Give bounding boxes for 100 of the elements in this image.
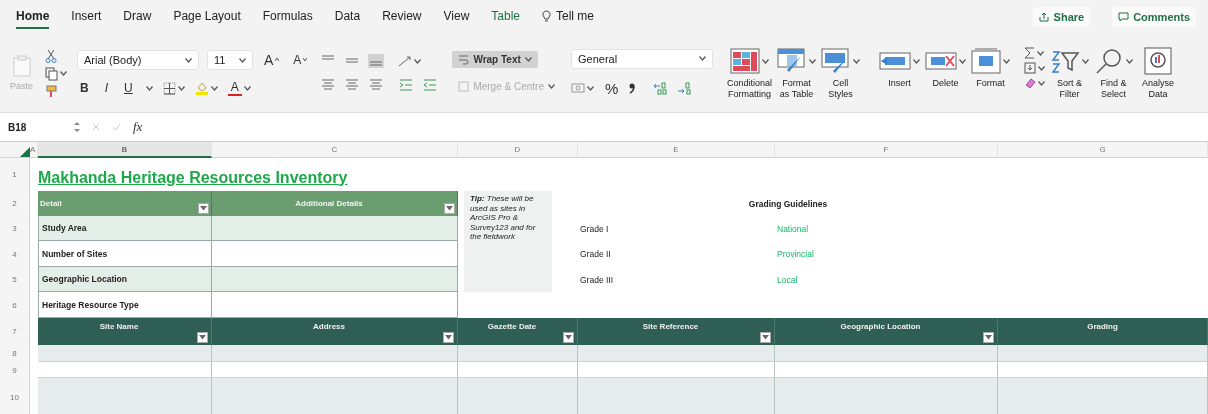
table-header-cell: Grading — [998, 318, 1208, 345]
format-button[interactable]: Format — [971, 47, 1010, 89]
column-header[interactable]: B — [38, 142, 212, 158]
caret-icon[interactable] — [586, 85, 594, 91]
fill-color-icon[interactable] — [194, 81, 209, 95]
column-header[interactable]: G — [998, 142, 1208, 158]
caret-icon[interactable] — [762, 58, 769, 64]
font-dropdown[interactable]: Arial (Body) — [77, 50, 199, 70]
conditional-button[interactable]: Conditional Formatting — [726, 47, 772, 99]
copy-icon[interactable] — [45, 66, 58, 81]
filter-button[interactable] — [443, 332, 454, 343]
caret-icon[interactable] — [145, 85, 153, 91]
ribbon-tab[interactable]: Formulas — [262, 5, 313, 29]
ribbon-tab[interactable]: Draw — [123, 5, 152, 29]
caret-icon[interactable] — [1126, 58, 1133, 64]
insert-button[interactable]: Insert — [879, 47, 920, 89]
caret-icon[interactable] — [853, 58, 860, 64]
row-header[interactable]: 6 — [0, 292, 30, 318]
find-button[interactable]: Find & Select — [1094, 47, 1133, 99]
caret-icon[interactable] — [1003, 58, 1010, 64]
filter-button[interactable] — [563, 332, 574, 343]
comments-button[interactable]: Comments — [1112, 7, 1196, 27]
font-size-dropdown[interactable]: 11 — [207, 50, 253, 70]
caret-icon[interactable] — [239, 57, 246, 63]
percent-button[interactable]: % — [601, 78, 622, 98]
share-button[interactable]: Share — [1032, 7, 1091, 27]
number-format-dropdown[interactable]: General — [570, 48, 713, 69]
tell-me-search[interactable]: Tell me — [542, 5, 594, 29]
ribbon-tab[interactable]: Home — [16, 5, 50, 29]
format-painter-icon[interactable] — [45, 84, 58, 98]
function-button[interactable]: fx — [133, 119, 143, 135]
italic-button[interactable]: I — [101, 80, 112, 96]
comma-icon[interactable] — [629, 82, 636, 94]
caret-icon[interactable] — [1038, 80, 1045, 86]
decrease-font-button[interactable]: A — [290, 52, 311, 68]
caret-icon[interactable] — [185, 57, 192, 63]
row-header[interactable]: 5 — [0, 267, 30, 292]
table-button[interactable]: Format as Table — [777, 47, 816, 99]
filter-button[interactable] — [198, 203, 209, 214]
comment-icon — [1118, 12, 1130, 22]
eraser-icon[interactable] — [1024, 77, 1036, 90]
caret-icon[interactable] — [210, 85, 218, 91]
borders-icon[interactable] — [162, 81, 176, 95]
caret-icon[interactable] — [524, 57, 532, 62]
font-color-button[interactable]: A — [227, 80, 242, 96]
caret-icon[interactable] — [243, 85, 251, 91]
caret-icon[interactable] — [1082, 58, 1089, 64]
caret-icon[interactable] — [177, 85, 185, 91]
styles-button[interactable]: Cell Styles — [821, 47, 860, 99]
caret-icon[interactable] — [809, 58, 816, 64]
bold-button[interactable]: B — [77, 80, 92, 96]
stepper-icon[interactable] — [74, 121, 80, 133]
filter-button[interactable] — [983, 332, 994, 343]
insert-cells-icon — [879, 50, 911, 73]
row-header[interactable]: 7 — [0, 318, 30, 345]
ribbon-tab[interactable]: Data — [334, 5, 361, 29]
grading-heading: Grading Guidelines — [747, 198, 829, 209]
sort-button[interactable]: Sort & Filter — [1050, 47, 1089, 99]
ribbon-tab[interactable]: Review — [382, 5, 422, 29]
sum-icon[interactable] — [1024, 47, 1035, 60]
orientation-icon[interactable] — [398, 55, 413, 67]
caret-icon[interactable] — [1038, 65, 1045, 71]
filter-button[interactable] — [760, 332, 771, 343]
column-header[interactable]: D — [458, 142, 578, 158]
ribbon-tab[interactable]: Insert — [71, 5, 102, 29]
analyse-data-icon — [1143, 47, 1173, 76]
ribbon-tab[interactable]: Page Layout — [173, 5, 241, 29]
filter-button[interactable] — [444, 203, 455, 214]
column-header[interactable]: E — [578, 142, 775, 158]
column-header[interactable]: F — [775, 142, 998, 158]
name-box[interactable]: B18 — [4, 118, 62, 136]
filter-button[interactable] — [197, 332, 208, 343]
grade-label: Grade II — [579, 249, 612, 259]
row-header[interactable]: 2 — [0, 191, 30, 216]
caret-icon[interactable] — [60, 71, 67, 76]
row-header[interactable]: 8 — [0, 345, 30, 362]
caret-icon[interactable] — [913, 58, 920, 64]
fill-down-icon[interactable] — [1024, 62, 1036, 75]
caret-icon[interactable] — [959, 58, 966, 64]
format-cells-icon — [971, 48, 1001, 75]
ribbon-tab[interactable]: Table — [491, 5, 520, 29]
caret-icon[interactable] — [698, 56, 706, 61]
wrap-text-button[interactable]: Wrap Text — [452, 51, 538, 68]
row-header[interactable]: 9 — [0, 362, 30, 378]
scissors-icon[interactable] — [45, 48, 57, 63]
row-header[interactable]: 3 — [0, 216, 30, 241]
underline-button[interactable]: U — [121, 80, 136, 96]
row-header[interactable]: 1 — [0, 158, 30, 191]
row-header[interactable]: 4 — [0, 241, 30, 267]
caret-icon[interactable] — [414, 58, 422, 64]
grade-label: Grade III — [579, 274, 615, 285]
column-header[interactable]: C — [212, 142, 458, 158]
analyse-button[interactable]: Analyse Data — [1142, 47, 1175, 99]
row-header[interactable]: 10 — [0, 378, 30, 414]
increase-font-button[interactable]: A — [261, 51, 283, 69]
search-icon — [1094, 48, 1124, 75]
caret-icon[interactable] — [1037, 50, 1044, 56]
delete-button[interactable]: Delete — [925, 47, 966, 89]
ribbon-tab[interactable]: View — [443, 5, 470, 29]
grade-scope: Provincial — [776, 249, 815, 259]
